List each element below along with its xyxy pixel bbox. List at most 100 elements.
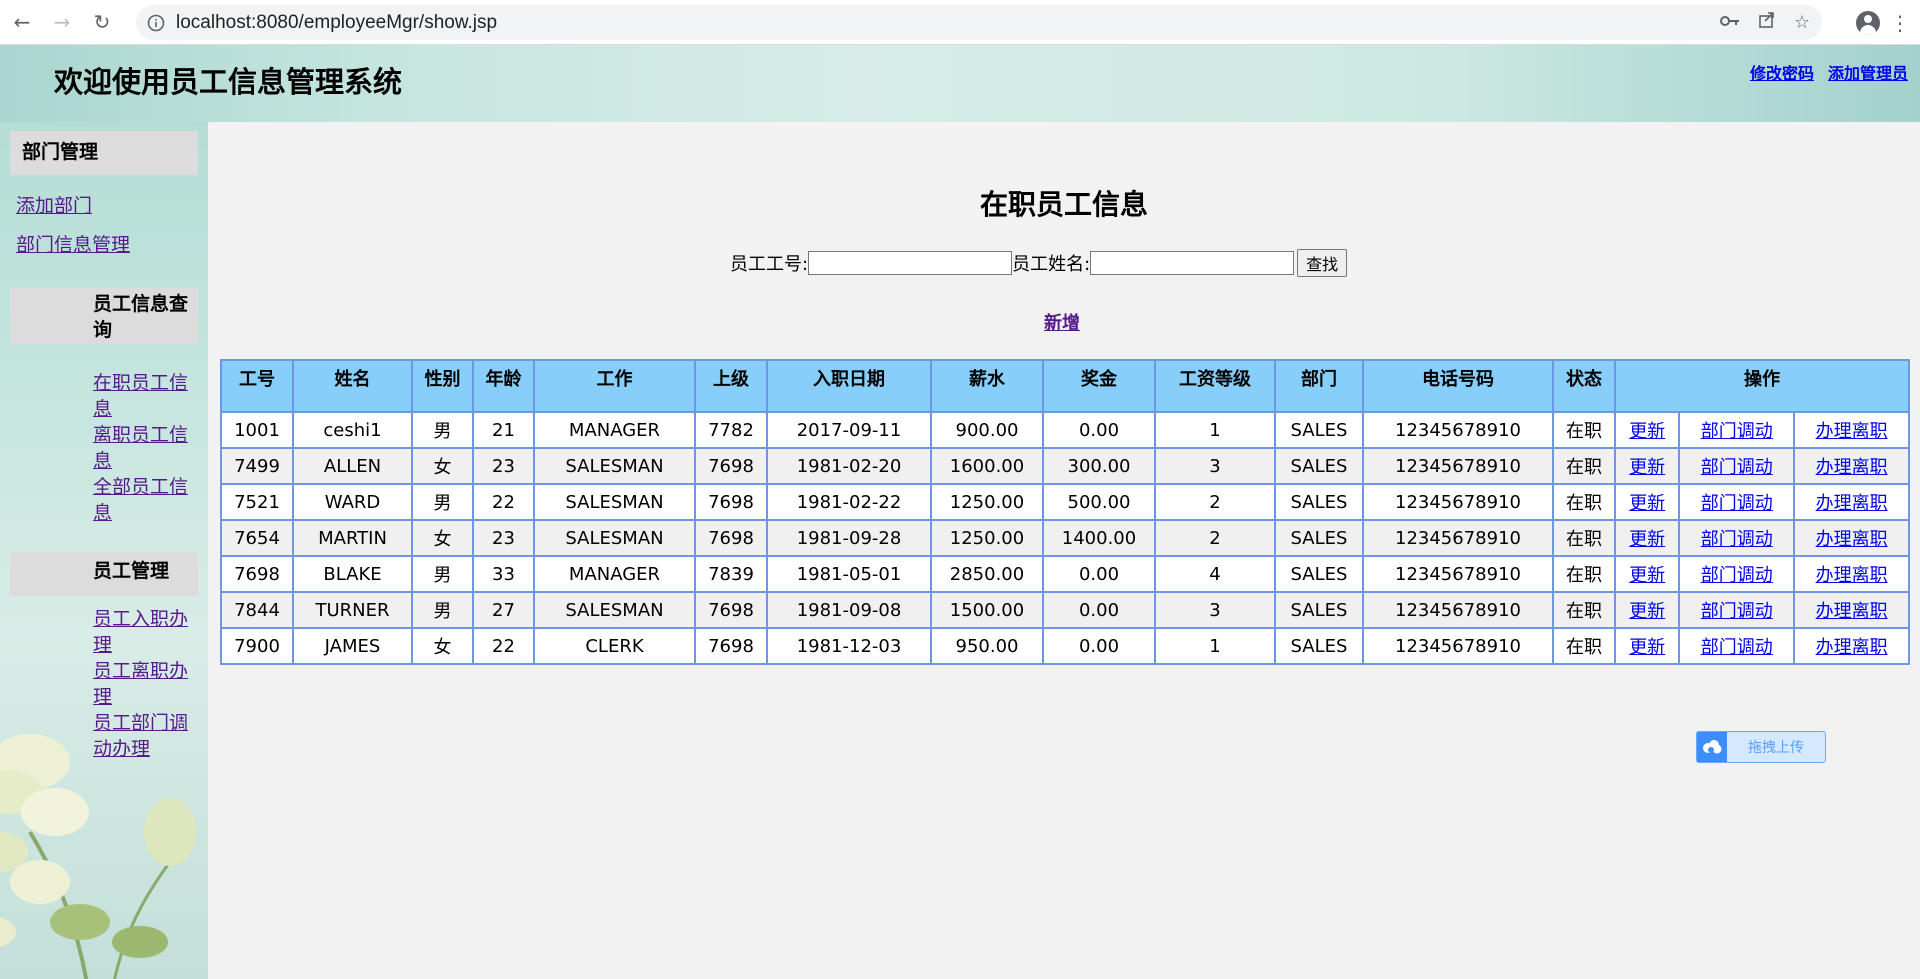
table-cell: 1250.00: [930, 483, 1044, 521]
table-cell: 2850.00: [930, 555, 1044, 593]
table-cell: 23: [472, 519, 535, 557]
sidebar-item-dept-info[interactable]: 部门信息管理: [16, 232, 130, 258]
table-cell: 7499: [220, 447, 294, 485]
emp-name-input[interactable]: [1090, 251, 1295, 275]
update-link[interactable]: 更新: [1629, 637, 1665, 658]
table-cell: ALLEN: [292, 447, 413, 485]
sidebar: 部门管理 添加部门 部门信息管理 员工信息查询 在职员工信息 离职员工信息 全部…: [0, 122, 208, 979]
table-row: 7499 ALLEN 女 23 SALESMAN 7698 1981-02-20 1600.0…: [220, 447, 1910, 485]
sidebar-item-active-emps[interactable]: 在职员工信息: [93, 370, 201, 422]
table-cell: 1981-02-22: [766, 483, 932, 521]
section-emp-query: 员工信息查询: [10, 288, 198, 344]
table-cell: 12345678910: [1362, 411, 1554, 449]
action-cell: 更新: [1613, 447, 1681, 485]
dept-transfer-link[interactable]: 部门调动: [1701, 493, 1773, 514]
table-cell: 在职: [1552, 447, 1616, 485]
action-cell: 部门调动: [1678, 627, 1796, 665]
update-link[interactable]: 更新: [1629, 601, 1665, 622]
table-cell: SALESMAN: [533, 447, 696, 485]
dept-transfer-link[interactable]: 部门调动: [1701, 457, 1773, 478]
table-cell: 2017-09-11: [766, 411, 932, 449]
change-password-link[interactable]: 修改密码: [1750, 60, 1814, 84]
dept-transfer-link[interactable]: 部门调动: [1701, 565, 1773, 586]
table-cell: 7698: [694, 591, 768, 629]
site-header: 欢迎使用员工信息管理系统 修改密码 添加管理员: [0, 45, 1920, 122]
update-link[interactable]: 更新: [1629, 529, 1665, 550]
sidebar-item-onboarding[interactable]: 员工入职办理: [93, 606, 201, 658]
table-cell: 男: [411, 411, 474, 449]
emp-id-input[interactable]: [808, 251, 1013, 275]
browser-toolbar: ← → ↻ localhost:8080/employeeMgr/show.js…: [0, 0, 1920, 45]
info-icon[interactable]: [146, 13, 166, 33]
table-cell: MANAGER: [533, 555, 696, 593]
table-cell: 7654: [220, 519, 294, 557]
table-cell: WARD: [292, 483, 413, 521]
add-employee-link[interactable]: 新增: [1044, 309, 1080, 335]
key-icon[interactable]: [1719, 12, 1740, 33]
table-cell: 男: [411, 483, 474, 521]
resign-link[interactable]: 办理离职: [1816, 421, 1888, 442]
resign-link[interactable]: 办理离职: [1816, 457, 1888, 478]
search-button[interactable]: 查找: [1297, 249, 1348, 277]
column-header: 上级: [694, 359, 768, 413]
profile-avatar-icon[interactable]: [1856, 10, 1880, 35]
resign-link[interactable]: 办理离职: [1816, 493, 1888, 514]
dept-transfer-link[interactable]: 部门调动: [1701, 529, 1773, 550]
employee-table: 工号 姓名 性别 年龄 工作 上级 入职日期 薪水 奖金 工资等级 部门 电话号码 状态 操作 1001 c…: [220, 359, 1910, 665]
resign-link[interactable]: 办理离职: [1816, 565, 1888, 586]
table-cell: 女: [411, 447, 474, 485]
menu-kebab-icon[interactable]: ⋮: [1890, 11, 1910, 35]
update-link[interactable]: 更新: [1629, 421, 1665, 442]
table-cell: 7900: [220, 627, 294, 665]
resign-link[interactable]: 办理离职: [1816, 637, 1888, 658]
table-cell: 7698: [694, 519, 768, 557]
forward-arrow-icon[interactable]: →: [44, 4, 80, 40]
sidebar-item-offboarding[interactable]: 员工离职办理: [93, 658, 201, 710]
bookmark-star-icon[interactable]: ☆: [1794, 12, 1810, 33]
back-arrow-icon[interactable]: ←: [4, 4, 40, 40]
sidebar-item-transfer[interactable]: 员工部门调动办理: [93, 710, 201, 762]
resign-link[interactable]: 办理离职: [1816, 529, 1888, 550]
table-cell: 1250.00: [930, 519, 1044, 557]
add-admin-link[interactable]: 添加管理员: [1828, 60, 1908, 84]
sidebar-item-all-emps[interactable]: 全部员工信息: [93, 474, 201, 526]
table-cell: SALESMAN: [533, 591, 696, 629]
url-text[interactable]: localhost:8080/employeeMgr/show.jsp: [176, 12, 497, 34]
action-cell: 办理离职: [1793, 483, 1910, 521]
action-cell: 办理离职: [1793, 627, 1910, 665]
table-cell: 7698: [694, 627, 768, 665]
reload-icon[interactable]: ↻: [84, 4, 120, 40]
cloud-upload-icon: [1697, 732, 1727, 762]
drag-upload-widget[interactable]: 拖拽上传: [1696, 731, 1826, 763]
update-link[interactable]: 更新: [1629, 493, 1665, 514]
section-emp-mgmt: 员工管理: [10, 552, 198, 596]
resign-link[interactable]: 办理离职: [1816, 601, 1888, 622]
action-cell: 办理离职: [1793, 555, 1910, 593]
action-cell: 办理离职: [1793, 447, 1910, 485]
table-cell: 2: [1154, 483, 1276, 521]
dept-transfer-link[interactable]: 部门调动: [1701, 421, 1773, 442]
address-bar[interactable]: localhost:8080/employeeMgr/show.jsp ☆: [136, 5, 1822, 40]
share-icon[interactable]: [1758, 11, 1776, 34]
table-cell: 7839: [694, 555, 768, 593]
table-cell: SALESMAN: [533, 519, 696, 557]
column-header: 入职日期: [766, 359, 932, 413]
dept-transfer-link[interactable]: 部门调动: [1701, 601, 1773, 622]
table-cell: 7698: [220, 555, 294, 593]
dept-transfer-link[interactable]: 部门调动: [1701, 637, 1773, 658]
update-link[interactable]: 更新: [1629, 565, 1665, 586]
sidebar-item-departed-emps[interactable]: 离职员工信息: [93, 422, 201, 474]
table-cell: SALESMAN: [533, 483, 696, 521]
table-cell: CLERK: [533, 627, 696, 665]
update-link[interactable]: 更新: [1629, 457, 1665, 478]
table-cell: 0.00: [1042, 627, 1156, 665]
header-links: 修改密码 添加管理员: [1750, 60, 1908, 84]
table-cell: 在职: [1552, 411, 1616, 449]
table-cell: SALES: [1274, 483, 1364, 521]
table-cell: SALES: [1274, 555, 1364, 593]
column-header: 奖金: [1042, 359, 1156, 413]
table-body: 1001 ceshi1 男 21 MANAGER 7782 2017-09-11 900.00…: [220, 411, 1910, 665]
table-cell: 0.00: [1042, 411, 1156, 449]
table-cell: 1500.00: [930, 591, 1044, 629]
section-title: 员工信息查询: [93, 293, 189, 341]
